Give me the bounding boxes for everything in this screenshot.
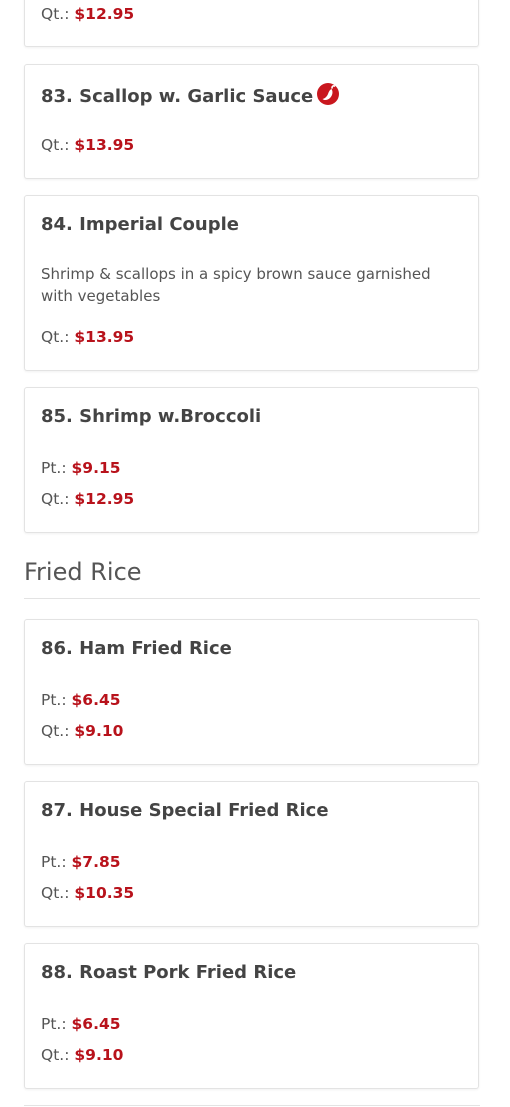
size-label: Qt.: (41, 722, 70, 740)
price: $9.10 (74, 722, 124, 740)
menu-item-card[interactable]: 87. House Special Fried Rice Pt.: $7.85 … (24, 781, 479, 927)
item-title[interactable]: 83. Scallop w. Garlic Sauce (41, 83, 340, 107)
price: $13.95 (74, 328, 135, 346)
item-title[interactable]: 84. Imperial Couple (41, 214, 239, 235)
section-title: Fried Rice (24, 558, 142, 586)
price-row: Qt.: $13.95 (41, 136, 134, 154)
menu-item-card[interactable]: 88. Roast Pork Fried Rice Pt.: $6.45 Qt.… (24, 943, 479, 1089)
price-row: Pt.: $9.15 (41, 459, 121, 477)
price-row: Qt.: $9.10 (41, 1046, 123, 1064)
menu-item-card[interactable]: Qt.: $12.95 (24, 0, 479, 47)
price-row: Pt.: $6.45 (41, 691, 121, 709)
next-card-edge (24, 1105, 480, 1106)
chili-pepper-icon (317, 83, 340, 105)
item-title[interactable]: 87. House Special Fried Rice (41, 800, 329, 821)
price: $13.95 (74, 136, 135, 154)
menu-item-card[interactable]: 86. Ham Fried Rice Pt.: $6.45 Qt.: $9.10 (24, 619, 479, 765)
price-row: Qt.: $9.10 (41, 722, 123, 740)
price: $7.85 (71, 853, 121, 871)
item-title[interactable]: 85. Shrimp w.Broccoli (41, 406, 261, 427)
item-description: Shrimp & scallops in a spicy brown sauce… (41, 265, 431, 305)
price: $6.45 (71, 691, 121, 709)
size-label: Pt.: (41, 853, 67, 871)
size-label: Pt.: (41, 1015, 67, 1033)
price-row: Qt.: $13.95 (41, 328, 134, 346)
menu-item-card[interactable]: 85. Shrimp w.Broccoli Pt.: $9.15 Qt.: $1… (24, 387, 479, 533)
price: $9.15 (71, 459, 121, 477)
price-row: Qt.: $12.95 (41, 5, 134, 23)
price: $6.45 (71, 1015, 121, 1033)
price: $9.10 (74, 1046, 124, 1064)
item-title[interactable]: 86. Ham Fried Rice (41, 638, 232, 659)
item-title-text: 83. Scallop w. Garlic Sauce (41, 86, 314, 107)
size-label: Pt.: (41, 691, 67, 709)
item-title[interactable]: 88. Roast Pork Fried Rice (41, 962, 296, 983)
size-label: Pt.: (41, 459, 67, 477)
size-label: Qt.: (41, 5, 70, 23)
price-row: Pt.: $6.45 (41, 1015, 121, 1033)
size-label: Qt.: (41, 136, 70, 154)
price-row: Pt.: $7.85 (41, 853, 121, 871)
price-row: Qt.: $12.95 (41, 490, 134, 508)
size-label: Qt.: (41, 884, 70, 902)
size-label: Qt.: (41, 490, 70, 508)
price: $12.95 (74, 5, 135, 23)
size-label: Qt.: (41, 328, 70, 346)
price-row: Qt.: $10.35 (41, 884, 134, 902)
section-divider (24, 598, 480, 599)
price: $10.35 (74, 884, 135, 902)
price: $12.95 (74, 490, 135, 508)
size-label: Qt.: (41, 1046, 70, 1064)
menu-item-card[interactable]: 83. Scallop w. Garlic Sauce Qt.: $13.95 (24, 64, 479, 179)
menu-item-card[interactable]: 84. Imperial Couple Shrimp & scallops in… (24, 195, 479, 371)
